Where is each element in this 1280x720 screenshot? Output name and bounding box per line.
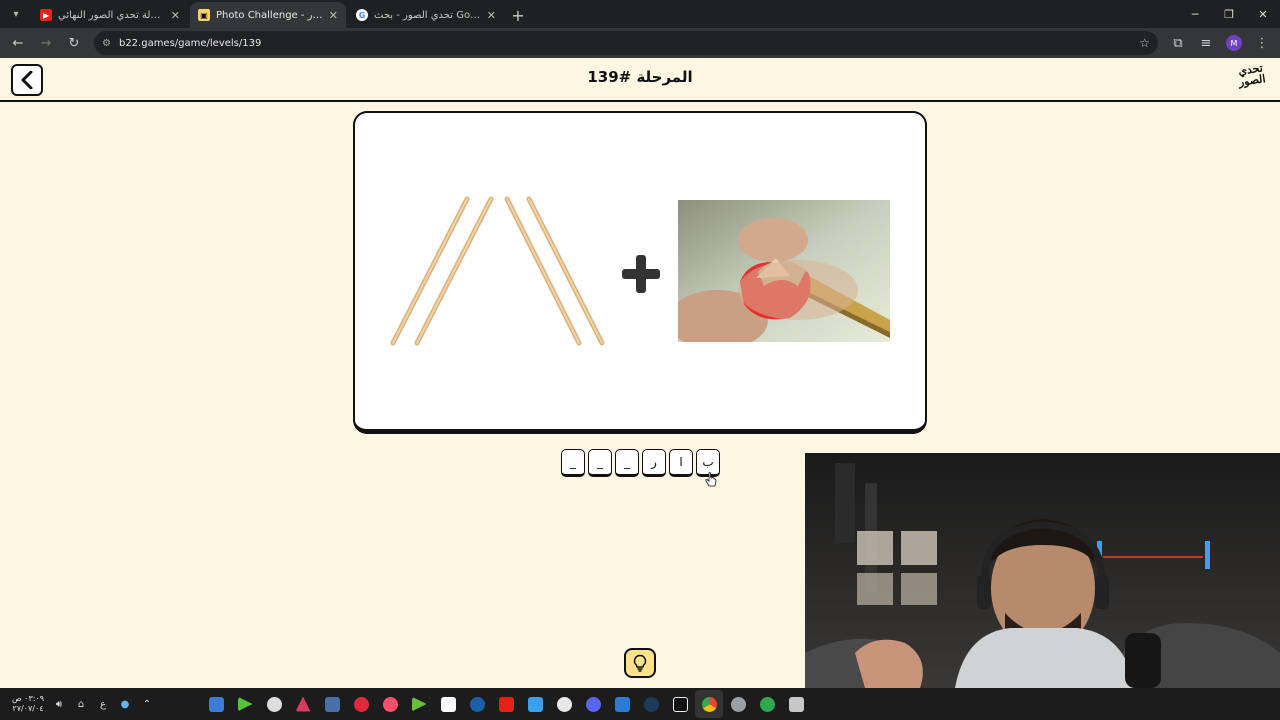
opera-app-icon[interactable] xyxy=(347,690,375,718)
photos-app-icon[interactable] xyxy=(521,690,549,718)
window-controls: ─ ❐ ✕ xyxy=(1178,0,1280,28)
clock[interactable]: ٠٣:٠٩ ص ٢٧/٠٧/٠٤ xyxy=(8,694,48,714)
language-indicator[interactable]: ع xyxy=(92,693,114,715)
date-text: ٢٧/٠٧/٠٤ xyxy=(12,704,44,713)
close-tab-icon[interactable]: ✕ xyxy=(329,9,338,22)
edge-app-icon[interactable] xyxy=(463,690,491,718)
browser-tab-bar: ▾ ▶ بطولة تحدي الصور النهائي ⭐ 🌙 ✕ ▣ Pho… xyxy=(0,0,1280,28)
close-tab-icon[interactable]: ✕ xyxy=(171,9,180,22)
puzzle-card xyxy=(353,111,927,434)
system-tray: ٠٣:٠٩ ص ٢٧/٠٧/٠٤ 🔊︎ ⌂ ع ● ⌃ xyxy=(0,693,158,715)
store-app-icon[interactable] xyxy=(202,690,230,718)
forward-arrow-icon[interactable]: → xyxy=(34,31,58,55)
tab-title: تحدي الصور - بحث Google xyxy=(374,9,481,21)
plus-icon xyxy=(622,255,660,293)
tab-google-search[interactable]: G تحدي الصور - بحث Google ✕ xyxy=(348,2,504,28)
tab-title: Photo Challenge - تحدي الصور xyxy=(216,9,323,21)
time-text: ٠٣:٠٩ ص xyxy=(11,694,45,703)
back-arrow-icon[interactable]: ← xyxy=(6,31,30,55)
youtube-icon: ▶ xyxy=(40,9,52,21)
address-bar[interactable]: ⚙ b22.games/game/levels/139 ☆ xyxy=(94,31,1158,55)
restore-icon[interactable]: ❐ xyxy=(1212,0,1246,28)
streamer-webcam-image xyxy=(805,453,1280,688)
profile-avatar[interactable]: M xyxy=(1222,31,1246,55)
close-tab-icon[interactable]: ✕ xyxy=(487,9,496,22)
tab-title: بطولة تحدي الصور النهائي ⭐ 🌙 xyxy=(58,9,165,21)
xbox-app-icon[interactable] xyxy=(753,690,781,718)
calculator-app-icon[interactable] xyxy=(782,690,810,718)
profile-icon: M xyxy=(1226,35,1242,51)
microphone-icon[interactable]: ● xyxy=(114,693,136,715)
chevron-up-icon[interactable]: ⌃ xyxy=(136,693,158,715)
media-app-icon[interactable] xyxy=(231,690,259,718)
menu-kebab-icon[interactable]: ⋮ xyxy=(1250,31,1274,55)
sticks-image xyxy=(390,196,605,346)
tab-tournament[interactable]: ▶ بطولة تحدي الصور النهائي ⭐ 🌙 ✕ xyxy=(32,2,188,28)
discord-app-icon[interactable] xyxy=(579,690,607,718)
davinci-app-icon[interactable] xyxy=(318,690,346,718)
settings-app-icon[interactable] xyxy=(724,690,752,718)
extensions-icon[interactable]: ⧉ xyxy=(1166,31,1190,55)
minimize-icon[interactable]: ─ xyxy=(1178,0,1212,28)
hint-button[interactable] xyxy=(624,648,656,678)
letter-slot[interactable]: _ xyxy=(588,449,612,477)
webcam-overlay xyxy=(805,453,1280,688)
chrome-app-icon[interactable] xyxy=(695,690,723,718)
settings-gear-app-icon[interactable] xyxy=(550,690,578,718)
close-window-icon[interactable]: ✕ xyxy=(1246,0,1280,28)
reload-icon[interactable]: ↻ xyxy=(62,31,86,55)
game-header: المرحلة #139 تحدي الصور xyxy=(0,58,1280,102)
hand-cursor-icon xyxy=(705,472,717,487)
word-app-icon[interactable] xyxy=(608,690,636,718)
letter-slot[interactable]: _ xyxy=(561,449,585,477)
media-controls-icon[interactable]: ≡ xyxy=(1194,31,1218,55)
url-text[interactable]: b22.games/game/levels/139 xyxy=(119,38,1131,49)
affinity-app-icon[interactable] xyxy=(289,690,317,718)
obs-app-icon[interactable] xyxy=(260,690,288,718)
taskbar-apps xyxy=(202,688,810,720)
youtube-app-icon[interactable] xyxy=(492,690,520,718)
new-tab-button[interactable]: + xyxy=(506,2,530,28)
volume-icon[interactable]: 🔊︎ xyxy=(48,693,70,715)
page-title: المرحلة #139 xyxy=(587,68,693,86)
opera-gx-app-icon[interactable] xyxy=(376,690,404,718)
pencil-sharpener-photo xyxy=(678,200,890,342)
letter-slot[interactable]: ر xyxy=(642,449,666,477)
google-icon: G xyxy=(356,9,368,21)
tiktok-app-icon[interactable] xyxy=(666,690,694,718)
letter-slot[interactable]: ا xyxy=(669,449,693,477)
tab-search-button[interactable]: ▾ xyxy=(4,2,28,26)
lightbulb-icon xyxy=(633,654,647,672)
answer-slots: _ _ _ ر ا ب xyxy=(561,449,720,477)
steam-app-icon[interactable] xyxy=(637,690,665,718)
browser-toolbar: ← → ↻ ⚙ b22.games/game/levels/139 ☆ ⧉ ≡ … xyxy=(0,28,1280,58)
capcut-app-icon[interactable] xyxy=(434,690,462,718)
letter-slot[interactable]: _ xyxy=(615,449,639,477)
os-taskbar: ٠٣:٠٩ ص ٢٧/٠٧/٠٤ 🔊︎ ⌂ ع ● ⌃ xyxy=(0,688,1280,720)
game-favicon-icon: ▣ xyxy=(198,9,210,21)
game-logo[interactable]: تحدي الصور xyxy=(1232,61,1272,99)
bookmark-star-icon[interactable]: ☆ xyxy=(1139,36,1150,50)
site-info-icon[interactable]: ⚙ xyxy=(102,38,111,49)
play-app-icon[interactable] xyxy=(405,690,433,718)
network-icon[interactable]: ⌂ xyxy=(70,693,92,715)
tab-photo-challenge[interactable]: ▣ Photo Challenge - تحدي الصور ✕ xyxy=(190,2,346,28)
